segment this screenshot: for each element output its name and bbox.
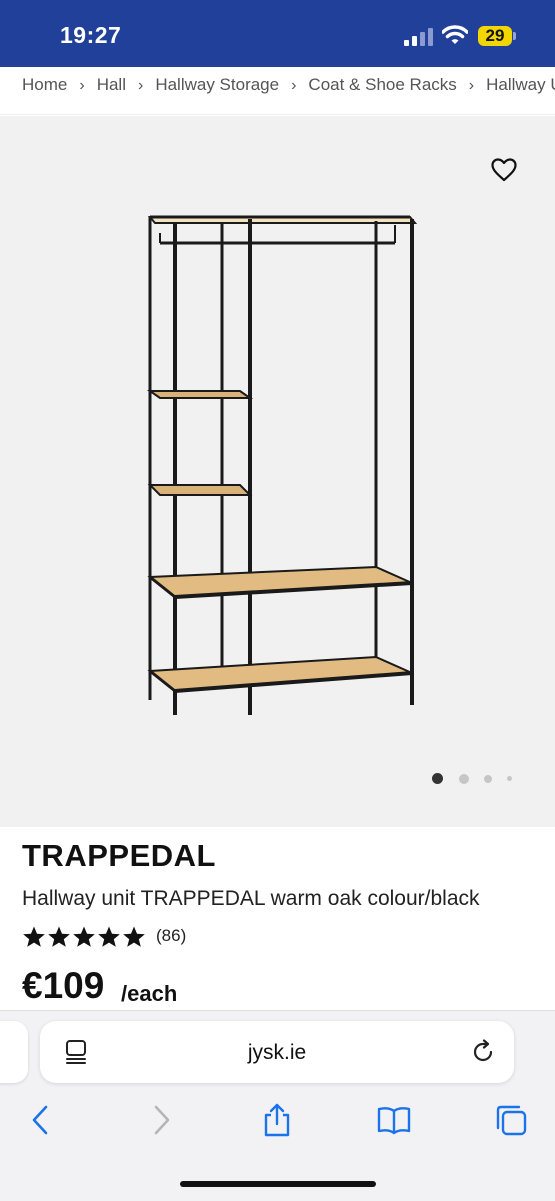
status-time: 19:27	[60, 22, 122, 48]
breadcrumb-home[interactable]: Home	[22, 67, 67, 103]
forward-icon[interactable]	[142, 1102, 178, 1138]
star-icon	[73, 926, 95, 947]
product-price: €109	[22, 965, 105, 1006]
star-icon	[48, 926, 70, 947]
breadcrumb-hallway-units[interactable]: Hallway Units	[486, 67, 555, 103]
url-text[interactable]: jysk.ie	[40, 1041, 514, 1065]
status-bar: 19:27 29	[0, 0, 555, 67]
breadcrumb-hallway-storage[interactable]: Hallway Storage	[155, 67, 279, 103]
back-icon[interactable]	[24, 1102, 60, 1138]
reload-icon[interactable]	[470, 1039, 496, 1065]
home-indicator[interactable]	[180, 1181, 376, 1187]
star-icon	[123, 926, 145, 947]
product-brand: TRAPPEDAL	[22, 838, 216, 873]
cellular-signal-icon	[404, 28, 433, 46]
price-unit: /each	[121, 981, 178, 1006]
heart-outline-icon[interactable]	[491, 158, 517, 182]
wifi-icon	[442, 25, 468, 44]
address-bar[interactable]: jysk.ie	[40, 1021, 514, 1083]
breadcrumb-hall[interactable]: Hall	[97, 67, 126, 103]
star-icon	[23, 926, 45, 947]
battery-level: 29	[478, 26, 512, 46]
star-icon	[98, 926, 120, 947]
bookmarks-icon[interactable]	[376, 1102, 412, 1138]
chevron-right-icon: ›	[137, 77, 144, 94]
tabs-icon[interactable]	[493, 1102, 529, 1138]
pagination-dot[interactable]	[459, 774, 469, 784]
pagination-dot[interactable]	[432, 773, 443, 784]
pagination-dot[interactable]	[507, 776, 512, 781]
share-icon[interactable]	[259, 1102, 295, 1138]
product-image[interactable]	[130, 205, 430, 735]
pagination-dot[interactable]	[484, 775, 492, 783]
chevron-right-icon: ›	[291, 77, 297, 94]
chevron-right-icon: ›	[79, 77, 85, 94]
previous-tab-preview[interactable]	[0, 1021, 28, 1083]
review-count[interactable]: (86)	[156, 926, 186, 946]
chevron-right-icon: ›	[468, 77, 475, 94]
breadcrumb: Home › Hall › Hallway Storage › Coat & Shoe Ra…	[0, 67, 555, 115]
battery-tip	[513, 32, 516, 40]
breadcrumb-coat-shoe-racks[interactable]: Coat & Shoe Racks	[308, 67, 456, 103]
product-description: Hallway unit TRAPPEDAL warm oak colour/b…	[22, 887, 480, 910]
